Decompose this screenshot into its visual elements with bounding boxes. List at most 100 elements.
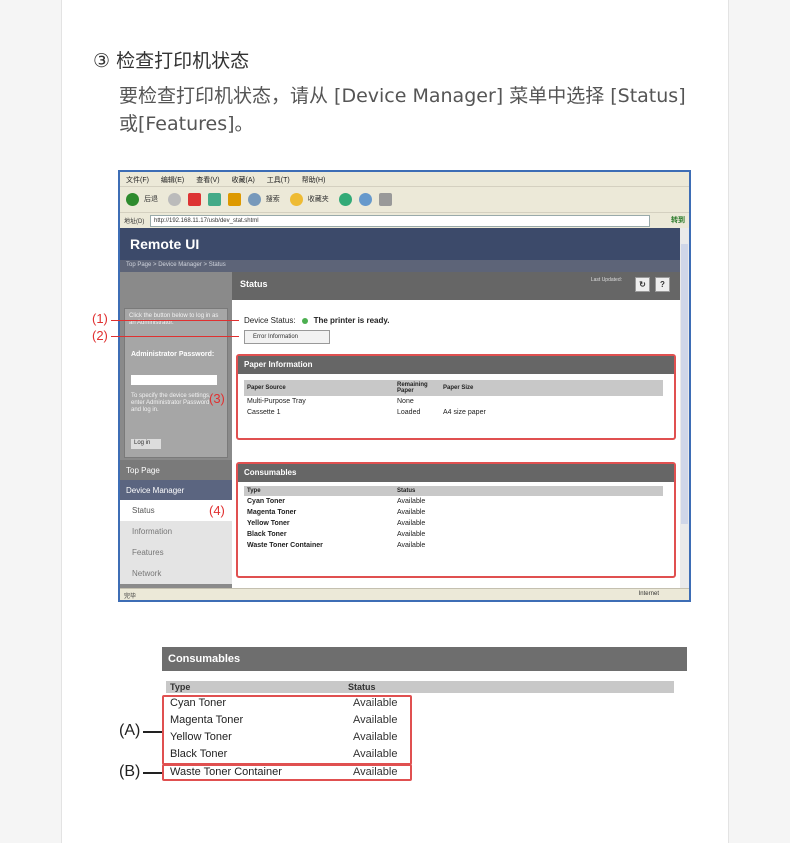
admin-password-input[interactable] [131, 375, 217, 385]
menu-file[interactable]: 文件(F) [126, 177, 149, 184]
callout-4: (4) [209, 503, 225, 518]
back-label[interactable]: 后退 [144, 196, 158, 203]
consumable-status: Available [397, 498, 426, 505]
statusbar-left: 完毕 [124, 594, 137, 600]
remaining-paper: Loaded [397, 409, 421, 416]
consumable-type: Yellow Toner [247, 520, 290, 527]
label-a: (A) [119, 722, 141, 739]
browser-menubar: 文件(F) 编辑(E) 查看(V) 收藏(A) 工具(T) 帮助(H) [120, 172, 689, 186]
paper-size [440, 396, 663, 407]
favorites-label[interactable]: 收藏夹 [308, 196, 329, 203]
consumable-type: Black Toner [247, 531, 287, 538]
remote-ui-header: Remote UI [120, 228, 682, 260]
step-title: ③ 检查打印机状态 [93, 50, 250, 72]
remaining-paper: None [397, 398, 414, 405]
callout-2: (2) [92, 328, 108, 343]
print-icon[interactable] [378, 193, 392, 206]
table-row: Multi-Purpose Tray None [244, 396, 663, 407]
login-note: To specify the device settings, enter Ad… [131, 393, 211, 413]
col-remaining-paper: Remaining Paper [394, 380, 440, 396]
col-status: Status [394, 486, 663, 496]
consumable-type: Magenta Toner [247, 509, 297, 516]
consumables-panel: Consumables Type Status Cyan Toner Availa… [236, 462, 676, 578]
status-title: Status [240, 279, 268, 289]
paper-source: Multi-Purpose Tray [247, 398, 306, 405]
device-status-label: Device Status: [244, 316, 296, 325]
refresh-status-icon[interactable]: ↻ [635, 277, 650, 292]
admin-password-label: Administrator Password: [131, 351, 215, 358]
address-input[interactable]: http://192.168.11.17/usb/dev_stat.shtml [150, 215, 650, 227]
enlarged-col-type: Type [170, 682, 191, 692]
paper-information-panel: Paper Information Paper Source Remaining… [236, 354, 676, 440]
device-status-value: The printer is ready. [313, 316, 390, 325]
address-label: 地址(D) [124, 219, 145, 225]
consumable-status: Available [397, 531, 426, 538]
search-icon[interactable] [247, 193, 261, 206]
label-a-line [143, 731, 162, 733]
menu-edit[interactable]: 编辑(E) [161, 177, 184, 184]
nav-features[interactable]: Features [120, 542, 232, 563]
browser-statusbar: 完毕 Internet [120, 588, 689, 600]
status-header: Status Last Updated: ↻ ? [232, 272, 682, 300]
refresh-icon[interactable] [207, 193, 221, 206]
internet-zone: Internet [638, 591, 659, 597]
login-button[interactable]: Log in [131, 439, 161, 449]
table-row: Magenta Toner Available [244, 507, 663, 518]
favorites-icon[interactable] [289, 193, 303, 206]
col-type: Type [244, 486, 394, 496]
nav-device-manager[interactable]: Device Manager [120, 480, 232, 500]
stop-icon[interactable] [187, 193, 201, 206]
paper-information-header: Paper Information [238, 356, 674, 374]
nav-network[interactable]: Network [120, 563, 232, 584]
home-icon[interactable] [227, 193, 241, 206]
paper-source: Cassette 1 [247, 409, 281, 416]
label-b: (B) [119, 763, 141, 780]
main-content: Status Last Updated: ↻ ? Device Status: T… [232, 272, 682, 592]
table-row: Waste Toner Container Available [244, 540, 663, 551]
address-bar: 地址(D) http://192.168.11.17/usb/dev_stat.… [120, 212, 689, 228]
history-icon[interactable] [338, 193, 352, 206]
menu-view[interactable]: 查看(V) [196, 177, 219, 184]
search-label[interactable]: 搜索 [266, 196, 280, 203]
go-button[interactable]: 转到 [671, 215, 685, 225]
last-updated: Last Updated: [590, 277, 622, 283]
consumable-status: Available [397, 520, 426, 527]
nav-top-page[interactable]: Top Page [120, 460, 232, 480]
col-paper-source: Paper Source [244, 380, 394, 396]
callout-2-line [111, 336, 239, 337]
callout-1-line [111, 320, 239, 321]
scrollbar-thumb[interactable] [681, 244, 688, 524]
label-b-line [143, 772, 162, 774]
mail-icon[interactable] [358, 193, 372, 206]
menu-help[interactable]: 帮助(H) [302, 177, 326, 184]
menu-tools[interactable]: 工具(T) [267, 177, 290, 184]
enlarged-consumables-header: Consumables [162, 647, 687, 671]
table-row: Cassette 1 Loaded A4 size paper [244, 407, 663, 418]
table-row: Yellow Toner Available [244, 518, 663, 529]
paper-size: A4 size paper [443, 409, 486, 416]
menu-favorites[interactable]: 收藏(A) [232, 177, 255, 184]
col-paper-size: Paper Size [440, 380, 663, 396]
callout-1: (1) [92, 311, 108, 326]
table-row: Black Toner Available [244, 529, 663, 540]
forward-icon[interactable] [167, 193, 181, 206]
browser-screenshot: 文件(F) 编辑(E) 查看(V) 收藏(A) 工具(T) 帮助(H) 后退 搜… [118, 170, 691, 602]
help-icon[interactable]: ? [655, 277, 670, 292]
callout-3: (3) [209, 391, 225, 406]
enlarged-column-header: Type Status [166, 681, 674, 693]
breadcrumb[interactable]: Top Page > Device Manager > Status [120, 260, 682, 272]
nav-information[interactable]: Information [120, 521, 232, 542]
consumable-type: Cyan Toner [247, 498, 285, 505]
error-information-button[interactable]: Error Information [244, 330, 330, 344]
consumables-header: Consumables [238, 464, 674, 482]
highlight-box-a [162, 695, 412, 765]
consumable-status: Available [397, 542, 426, 549]
page-scrollbar[interactable] [680, 228, 689, 592]
step-description: 要检查打印机状态，请从 [Device Manager] 菜单中选择 [Stat… [119, 85, 686, 135]
consumable-status: Available [397, 509, 426, 516]
paper-table: Paper Source Remaining Paper Paper Size … [244, 380, 663, 418]
enlarged-col-status: Status [348, 682, 376, 692]
device-status: Device Status: The printer is ready. [244, 316, 389, 325]
consumable-type: Waste Toner Container [247, 542, 323, 549]
back-icon[interactable] [126, 193, 139, 206]
